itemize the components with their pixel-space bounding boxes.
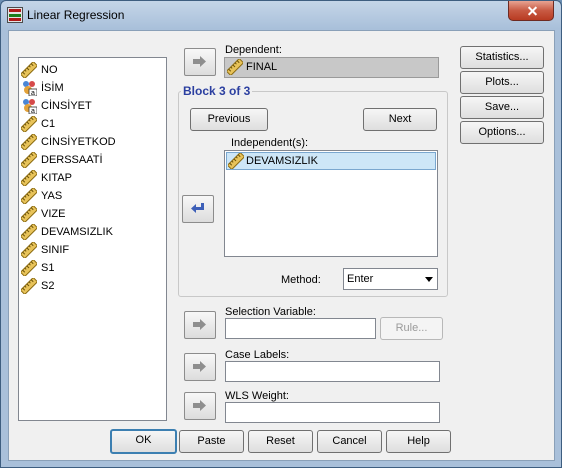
dependent-value: FINAL: [246, 61, 278, 73]
variable-list-item[interactable]: VIZE: [19, 204, 161, 224]
svg-text:a: a: [31, 108, 35, 114]
dialog-window: Linear Regression NO a İSİM a CİNSİYET C1 CİNS…: [0, 0, 562, 468]
variable-list-item[interactable]: a İSİM: [21, 79, 161, 97]
scale-ruler-icon: [19, 60, 39, 80]
paste-button[interactable]: Paste: [179, 430, 244, 453]
help-button[interactable]: Help: [386, 430, 451, 453]
arrow-right-icon: [193, 56, 206, 67]
nominal-string-icon: a: [21, 80, 38, 97]
move-to-selection-button[interactable]: [184, 311, 216, 339]
rule-button[interactable]: Rule...: [380, 317, 443, 340]
scale-ruler-icon: [19, 240, 39, 260]
scale-ruler-icon: [19, 276, 39, 296]
scale-ruler-icon: [19, 258, 39, 278]
scale-ruler-icon: [225, 57, 245, 77]
method-label: Method:: [281, 274, 321, 286]
variable-list-item[interactable]: DERSSAATİ: [19, 150, 161, 170]
wls-weight-label: WLS Weight:: [225, 390, 289, 402]
variable-list-item[interactable]: CİNSİYETKOD: [19, 132, 161, 152]
arrow-right-icon: [193, 319, 206, 330]
method-select[interactable]: Enter: [343, 268, 438, 290]
variable-name: NO: [41, 64, 58, 76]
cancel-button[interactable]: Cancel: [317, 430, 382, 453]
variable-name: CİNSİYET: [41, 100, 92, 112]
options-button[interactable]: Options...: [460, 121, 544, 144]
plots-button[interactable]: Plots...: [460, 71, 544, 94]
statistics-button[interactable]: Statistics...: [460, 46, 544, 69]
variable-name: SINIF: [41, 244, 70, 256]
scale-ruler-icon: [19, 186, 39, 206]
move-to-case-labels-button[interactable]: [184, 353, 216, 381]
variable-list-item[interactable]: C1: [19, 114, 161, 134]
reset-button[interactable]: Reset: [248, 430, 313, 453]
case-labels-field[interactable]: [225, 361, 440, 382]
variable-list-item[interactable]: KITAP: [19, 168, 161, 188]
ok-button[interactable]: OK: [110, 429, 177, 454]
variable-name: S1: [41, 262, 55, 274]
move-to-independents-button[interactable]: [182, 195, 214, 223]
variable-name: CİNSİYETKOD: [41, 136, 116, 148]
close-button[interactable]: [508, 1, 554, 21]
variable-name: VIZE: [41, 208, 66, 220]
method-value: Enter: [347, 273, 374, 285]
move-to-wls-weight-button[interactable]: [184, 392, 216, 420]
nominal-string-icon: a: [21, 98, 38, 115]
chevron-down-icon: [425, 277, 433, 282]
variable-list-item[interactable]: S2: [19, 276, 161, 296]
arrow-right-icon: [193, 361, 206, 372]
variable-name: C1: [41, 118, 56, 130]
title-bar[interactable]: Linear Regression: [1, 1, 561, 29]
independent-item-label: DEVAMSIZLIK: [246, 155, 318, 167]
variable-list-item[interactable]: DEVAMSIZLIK: [19, 222, 161, 242]
dependent-field[interactable]: FINAL: [224, 57, 439, 78]
variable-name: S2: [41, 280, 55, 292]
window-title: Linear Regression: [27, 8, 125, 22]
block-title: Block 3 of 3: [181, 84, 253, 98]
spss-app-icon: [7, 7, 23, 23]
scale-ruler-icon: [19, 222, 39, 242]
variable-list[interactable]: NO a İSİM a CİNSİYET C1 CİNSİYETKOD DERSSAATİ KI…: [18, 57, 167, 421]
variable-list-item[interactable]: SINIF: [19, 240, 161, 260]
variable-name: DEVAMSIZLIK: [41, 226, 113, 238]
arrow-right-icon: [193, 400, 206, 411]
scale-ruler-icon: [19, 132, 39, 152]
wls-weight-field[interactable]: [225, 402, 440, 423]
list-item[interactable]: DEVAMSIZLIK: [226, 151, 436, 171]
selection-variable-field[interactable]: [225, 318, 376, 339]
scale-ruler-icon: [19, 204, 39, 224]
scale-ruler-icon: [226, 151, 246, 171]
case-labels-label: Case Labels:: [225, 349, 290, 361]
variable-name: İSİM: [41, 82, 64, 94]
independents-label: Independent(s):: [231, 137, 309, 149]
selection-variable-label: Selection Variable:: [225, 306, 316, 318]
variable-list-item[interactable]: NO: [19, 60, 161, 80]
scale-ruler-icon: [19, 114, 39, 134]
variable-name: KITAP: [41, 172, 72, 184]
arrow-left-icon: [191, 203, 204, 213]
svg-text:a: a: [31, 90, 35, 96]
scale-ruler-icon: [19, 150, 39, 170]
independents-list[interactable]: DEVAMSIZLIK: [224, 150, 438, 257]
dependent-label: Dependent:: [225, 44, 282, 56]
variable-list-item[interactable]: a CİNSİYET: [21, 97, 161, 115]
previous-button[interactable]: Previous: [190, 108, 268, 131]
dialog-body: NO a İSİM a CİNSİYET C1 CİNSİYETKOD DERSSAATİ KI…: [8, 30, 555, 461]
variable-name: DERSSAATİ: [41, 154, 103, 166]
variable-name: YAS: [41, 190, 63, 202]
variable-list-item[interactable]: S1: [19, 258, 161, 278]
scale-ruler-icon: [19, 168, 39, 188]
variable-list-item[interactable]: YAS: [19, 186, 161, 206]
save-button[interactable]: Save...: [460, 96, 544, 119]
move-to-dependent-button[interactable]: [184, 48, 216, 76]
next-button[interactable]: Next: [363, 108, 437, 131]
